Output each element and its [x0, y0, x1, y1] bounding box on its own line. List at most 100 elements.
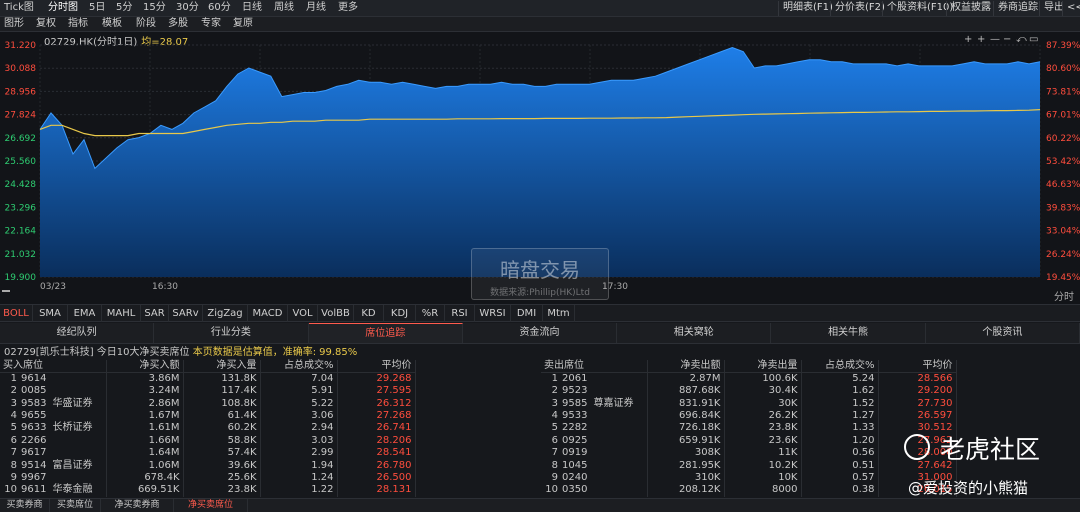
sell_table-header-3[interactable]: 占总成交%: [801, 360, 879, 373]
cell-amount: 1.66M: [106, 434, 184, 447]
chart-tool-1-menu[interactable]: 复权: [36, 17, 56, 31]
buy_table-header-0[interactable]: 买入席位: [0, 360, 107, 373]
table-row[interactable]: 5 9633 长桥证券 1.61M 60.2K 2.94 26.741: [0, 422, 416, 435]
period-5-button[interactable]: 60分: [208, 0, 231, 16]
period-6-button[interactable]: 日线: [242, 0, 262, 16]
tab-2[interactable]: 席位追踪: [308, 323, 463, 343]
tab-4[interactable]: 相关窝轮: [617, 323, 772, 343]
table-row[interactable]: 9 9967 678.4K 25.6K 1.24 26.500: [0, 471, 416, 485]
table-row[interactable]: 10 9611 华泰金融 669.51K 23.8K 1.22 28.131: [0, 484, 416, 497]
line-icon[interactable]: —: [990, 34, 1000, 45]
tab-0[interactable]: 经纪队列: [0, 323, 155, 343]
minus-icon[interactable]: −: [1003, 34, 1011, 45]
table-row[interactable]: 2 0085 3.24M 117.4K 5.91 27.595: [0, 385, 416, 398]
tab-1[interactable]: 行业分类: [154, 323, 309, 343]
indicator-sarv-button[interactable]: SARv: [169, 305, 203, 322]
indicator-mahl-button[interactable]: MAHL: [102, 305, 141, 322]
toolbar-right-button-1[interactable]: 分价表(F2): [830, 1, 889, 16]
table-row[interactable]: 4 9655 1.67M 61.4K 3.06 27.268: [0, 409, 416, 423]
table-row[interactable]: 1 2061 2.87M 100.6K 5.24 28.566: [541, 372, 957, 385]
indicator-boll-button[interactable]: BOLL: [0, 305, 33, 322]
seat-code: 2282: [562, 422, 588, 434]
chart-tool-4-menu[interactable]: 阶段: [136, 17, 156, 31]
period-8-button[interactable]: 月线: [306, 0, 326, 16]
table-row[interactable]: 10 0350 208.12K 8000 0.38 26.015: [541, 484, 957, 497]
chart-tool-0-menu[interactable]: 图形: [4, 17, 24, 31]
buy_table-header-3[interactable]: 占总成交%: [260, 360, 338, 373]
indicator-pctr-button[interactable]: %R: [416, 305, 445, 322]
tab-3[interactable]: 资金流向: [463, 323, 618, 343]
period-9-button[interactable]: 更多: [338, 0, 358, 16]
period-0-button[interactable]: 分时图: [48, 0, 78, 16]
indicator-zigzag-button[interactable]: ZigZag: [203, 305, 248, 322]
seat-info-line: 02729[凯乐士科技] 今日10大净买卖席位 本页数据是估算值，准确率: 99.…: [0, 346, 1080, 360]
period-3-button[interactable]: 15分: [143, 0, 166, 16]
chart-tool-icons: + + — − ⤺ ▭: [964, 34, 1038, 45]
indicator-volbb-button[interactable]: VolBB: [318, 305, 354, 322]
indicator-macd-button[interactable]: MACD: [248, 305, 288, 322]
bottom-tab-1[interactable]: 买卖席位: [50, 499, 101, 512]
indicator-vol-button[interactable]: VOL: [288, 305, 318, 322]
period-7-button[interactable]: 周线: [274, 0, 294, 16]
chart-tool-5-menu[interactable]: 多股: [168, 17, 188, 31]
cell-avg: 26.312: [337, 397, 416, 410]
add-icon[interactable]: +: [977, 34, 985, 45]
table-row[interactable]: 4 9533 696.84K 26.2K 1.27 26.597: [541, 409, 957, 423]
indicator-sma-button[interactable]: SMA: [33, 305, 68, 322]
toolbar-right-button-4[interactable]: 券商追踪: [993, 1, 1042, 16]
sell_table-header-2[interactable]: 净卖出量: [724, 360, 802, 373]
indicator-rsi-button[interactable]: RSI: [445, 305, 475, 322]
row-rank: 6: [551, 434, 558, 446]
tab-5[interactable]: 相关牛熊: [771, 323, 926, 343]
sell_table-header-4[interactable]: 平均价: [878, 360, 957, 373]
bottom-tab-3[interactable]: 净买卖席位: [174, 499, 248, 512]
toolbar-right-button-3[interactable]: 权益披露: [946, 1, 995, 16]
undo-icon[interactable]: ⤺: [1016, 34, 1027, 45]
indicator-wrsi-button[interactable]: WRSI: [475, 305, 511, 322]
period-2-button[interactable]: 5分: [116, 0, 132, 16]
period-4-button[interactable]: 30分: [176, 0, 199, 16]
cell-volume: 23.8K: [724, 422, 802, 435]
chart-tool-6-menu[interactable]: 专家: [201, 17, 221, 31]
chart-tool-3-menu[interactable]: 模板: [102, 17, 122, 31]
toolbar-right-button-6[interactable]: <<: [1062, 1, 1080, 16]
indicator-mtm-button[interactable]: Mtm: [543, 305, 575, 322]
bottom-tab-0[interactable]: 买卖券商: [0, 499, 50, 512]
chart-tool-2-menu[interactable]: 指标: [68, 17, 88, 31]
table-row[interactable]: 3 9585 尊嘉证券 831.91K 30K 1.52 27.730: [541, 397, 957, 410]
table-row[interactable]: 6 0925 659.91K 23.6K 1.20 27.962: [541, 434, 957, 447]
table-row[interactable]: 9 0240 310K 10K 0.57 31.000: [541, 471, 957, 485]
indicator-sar-button[interactable]: SAR: [141, 305, 169, 322]
table-row[interactable]: 8 9514 富昌证券 1.06M 39.6K 1.94 26.780: [0, 459, 416, 472]
table-row[interactable]: 5 2282 726.18K 23.8K 1.33 30.512: [541, 422, 957, 435]
table-row[interactable]: 1 9614 3.86M 131.8K 7.04 29.268: [0, 372, 416, 385]
indicator-dmi-button[interactable]: DMI: [511, 305, 543, 322]
chart-tool-7-menu[interactable]: 复原: [233, 17, 253, 31]
indicator-kdj-button[interactable]: KDJ: [384, 305, 416, 322]
window-icon[interactable]: ▭: [1029, 34, 1038, 45]
buy_table-header-4[interactable]: 平均价: [337, 360, 416, 373]
tab-6[interactable]: 个股资讯: [926, 323, 1080, 343]
indicator-kd-button[interactable]: KD: [354, 305, 384, 322]
sell_table-header-0[interactable]: 卖出席位: [541, 360, 648, 373]
row-rank: 10: [4, 484, 17, 496]
zoom-icon[interactable]: [2, 290, 10, 292]
bottom-tab-2[interactable]: 净买卖券商: [101, 499, 174, 512]
buy_table-header-1[interactable]: 净买入额: [106, 360, 184, 373]
seat-cell: 9 9967: [0, 471, 107, 485]
sell_table-header-1[interactable]: 净卖出额: [647, 360, 725, 373]
table-row[interactable]: 8 1045 281.95K 10.2K 0.51 27.642: [541, 459, 957, 472]
seat-code: 9655: [21, 409, 47, 421]
table-row[interactable]: 3 9583 华盛证券 2.86M 108.8K 5.22 26.312: [0, 397, 416, 410]
table-row[interactable]: 7 9617 1.64M 57.4K 2.99 28.541: [0, 446, 416, 460]
tick-chart-button[interactable]: Tick图: [4, 0, 34, 16]
table-row[interactable]: 2 9523 887.68K 30.4K 1.62 29.200: [541, 385, 957, 398]
indicator-ema-button[interactable]: EMA: [68, 305, 102, 322]
table-row[interactable]: 7 0919 308K 11K 0.56 28.000: [541, 446, 957, 460]
buy_table-header-2[interactable]: 净买入量: [183, 360, 261, 373]
move-icon[interactable]: +: [964, 34, 972, 45]
period-1-button[interactable]: 5日: [89, 0, 105, 16]
table-row[interactable]: 6 2266 1.66M 58.8K 3.03 28.206: [0, 434, 416, 447]
toolbar-right-button-0[interactable]: 明细表(F1): [778, 1, 837, 16]
cell-amount: 726.18K: [647, 422, 725, 435]
